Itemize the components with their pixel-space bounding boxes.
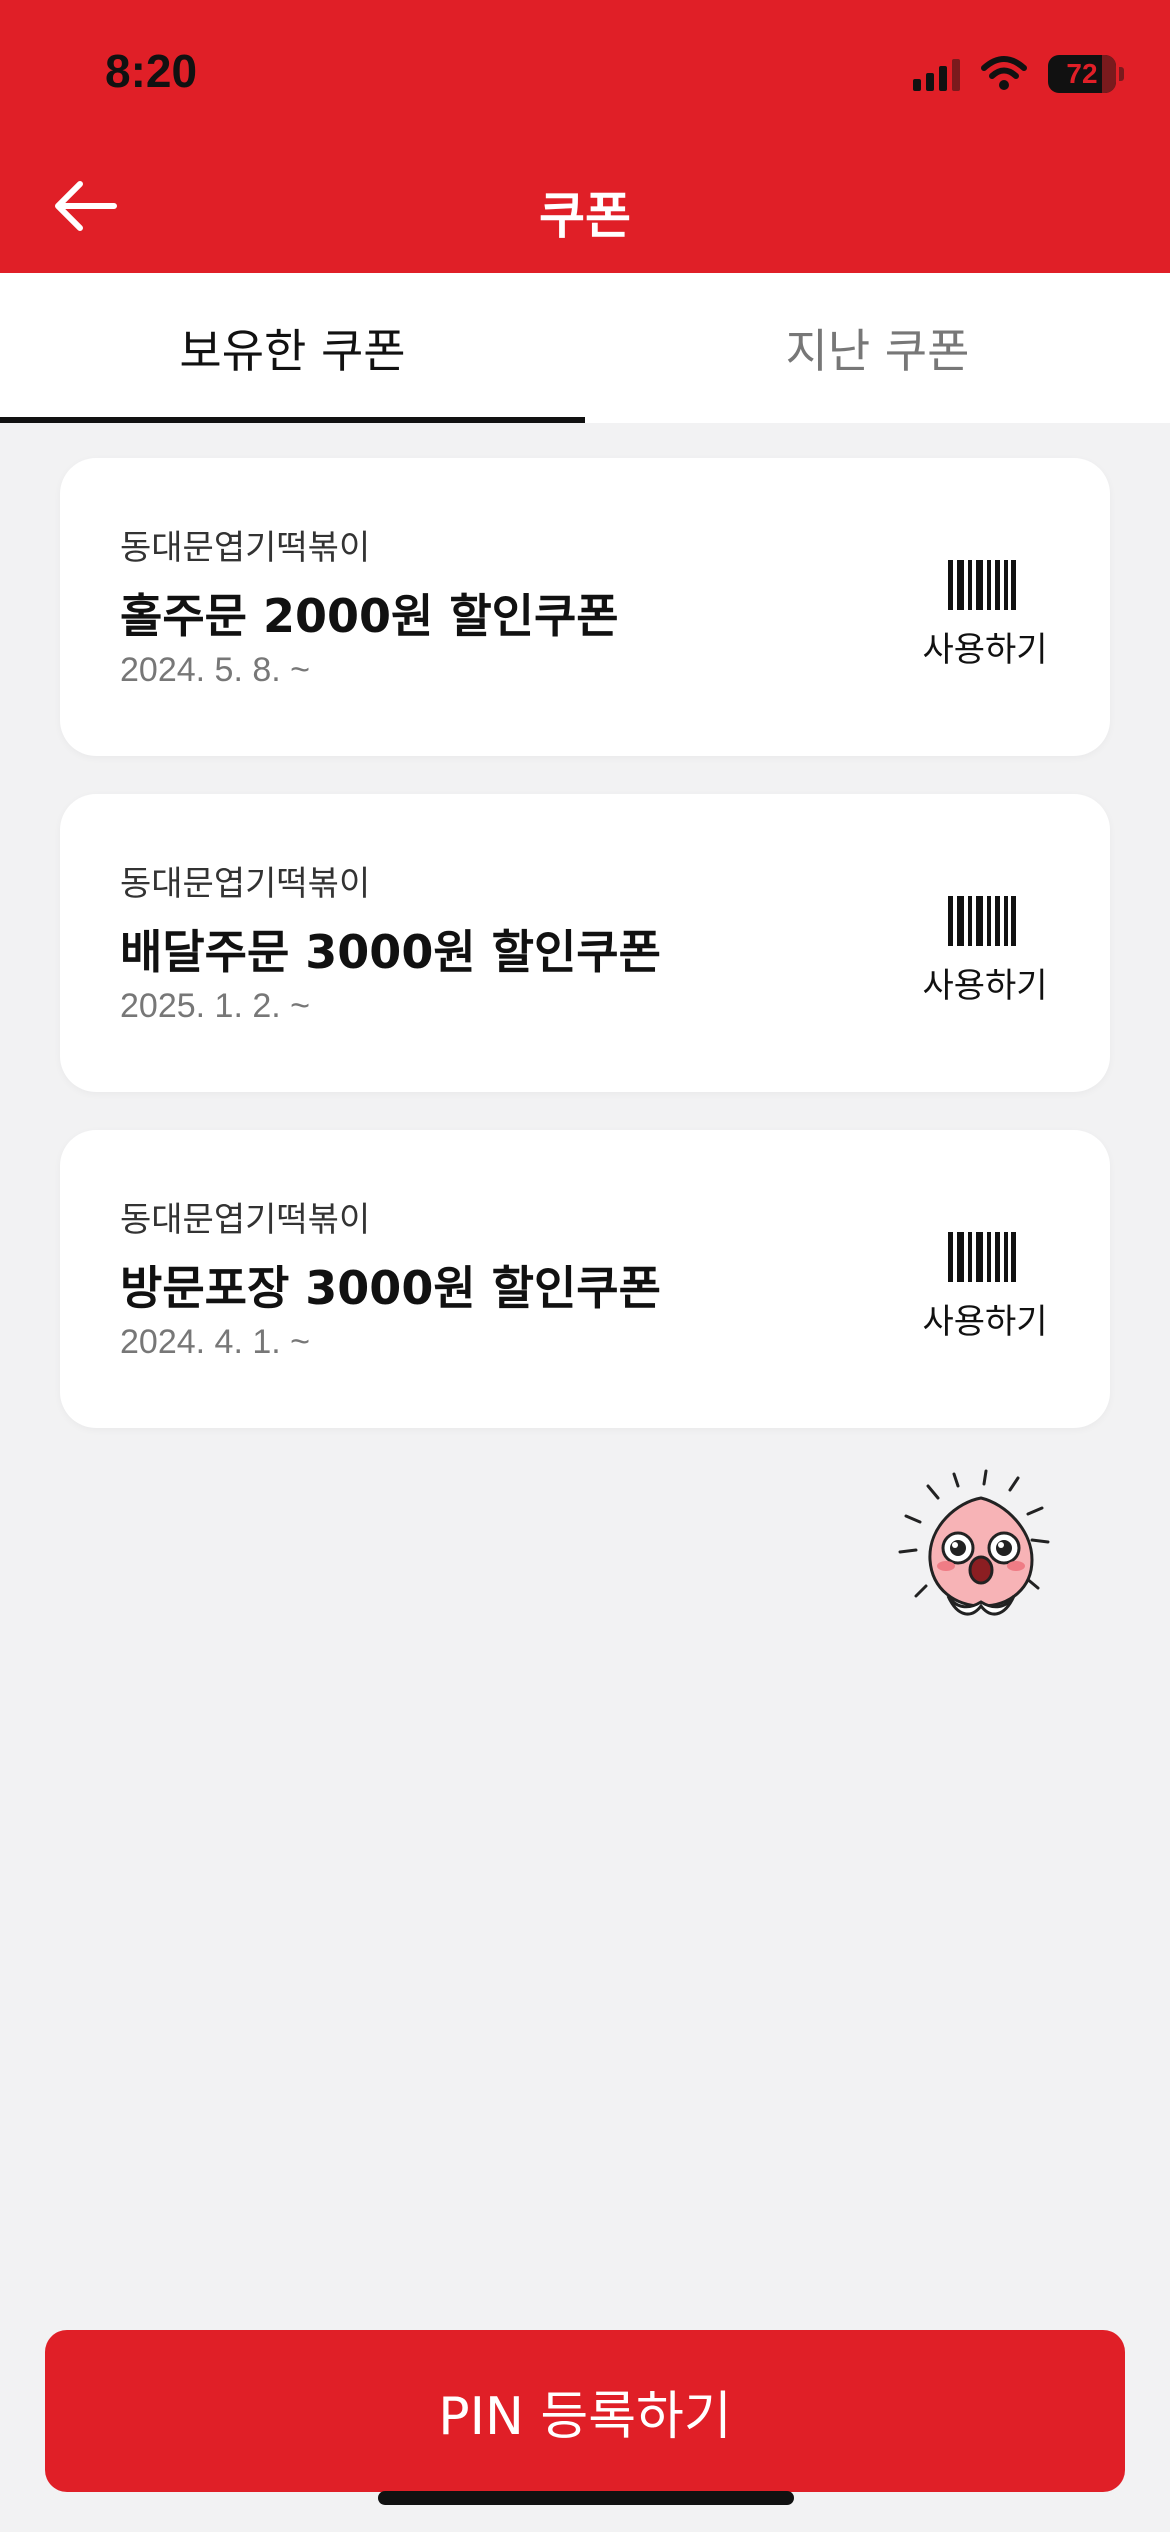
use-label: 사용하기: [922, 630, 1048, 670]
coupon-date: 2024. 5. 8. ~: [120, 651, 310, 689]
coupon-store: 동대문엽기떡볶이: [120, 528, 371, 568]
coupon-date: 2025. 1. 2. ~: [120, 987, 310, 1025]
app-header: 8:20 72 쿠폰: [0, 0, 1170, 273]
use-coupon-button[interactable]: 사용하기: [920, 560, 1050, 670]
coupon-title: 홀주문 2000원 할인쿠폰: [120, 589, 619, 643]
coupon-store: 동대문엽기떡볶이: [120, 1200, 371, 1240]
cellular-signal-icon: [913, 57, 960, 91]
tab-label: 보유한 쿠폰: [179, 324, 406, 378]
coupon-tabs: 보유한 쿠폰 지난 쿠폰: [0, 273, 1170, 423]
use-coupon-button[interactable]: 사용하기: [920, 896, 1050, 1006]
coupon-store: 동대문엽기떡볶이: [120, 864, 371, 904]
barcode-icon: [948, 1232, 1016, 1282]
status-time: 8:20: [105, 45, 198, 97]
coupon-title: 방문포장 3000원 할인쿠폰: [120, 1261, 661, 1315]
battery-level: 72: [1066, 58, 1098, 89]
coupon-date: 2024. 4. 1. ~: [120, 1323, 310, 1361]
coupon-card: 동대문엽기떡볶이 배달주문 3000원 할인쿠폰 2025. 1. 2. ~ 사…: [60, 794, 1110, 1092]
battery-icon: 72: [1048, 55, 1124, 93]
page-title: 쿠폰: [539, 187, 631, 245]
tab-past-coupons[interactable]: 지난 쿠폰: [585, 273, 1170, 423]
wifi-icon: [980, 56, 1028, 92]
active-tab-indicator: [0, 417, 585, 423]
use-coupon-button[interactable]: 사용하기: [920, 1232, 1050, 1342]
tab-label: 지난 쿠폰: [785, 324, 970, 378]
coupon-title: 배달주문 3000원 할인쿠폰: [120, 925, 661, 979]
pin-register-button[interactable]: PIN 등록하기: [45, 2330, 1125, 2492]
barcode-icon: [948, 896, 1016, 946]
coupon-card: 동대문엽기떡볶이 홀주문 2000원 할인쿠폰 2024. 5. 8. ~ 사용…: [60, 458, 1110, 756]
status-icons: 72: [913, 52, 1124, 96]
use-label: 사용하기: [922, 966, 1048, 1006]
peach-character-icon: [898, 1469, 1050, 1616]
home-indicator: [378, 2491, 794, 2505]
coupon-card: 동대문엽기떡볶이 방문포장 3000원 할인쿠폰 2024. 4. 1. ~ 사…: [60, 1130, 1110, 1428]
use-label: 사용하기: [922, 1302, 1048, 1342]
tab-owned-coupons[interactable]: 보유한 쿠폰: [0, 273, 585, 423]
barcode-icon: [948, 560, 1016, 610]
